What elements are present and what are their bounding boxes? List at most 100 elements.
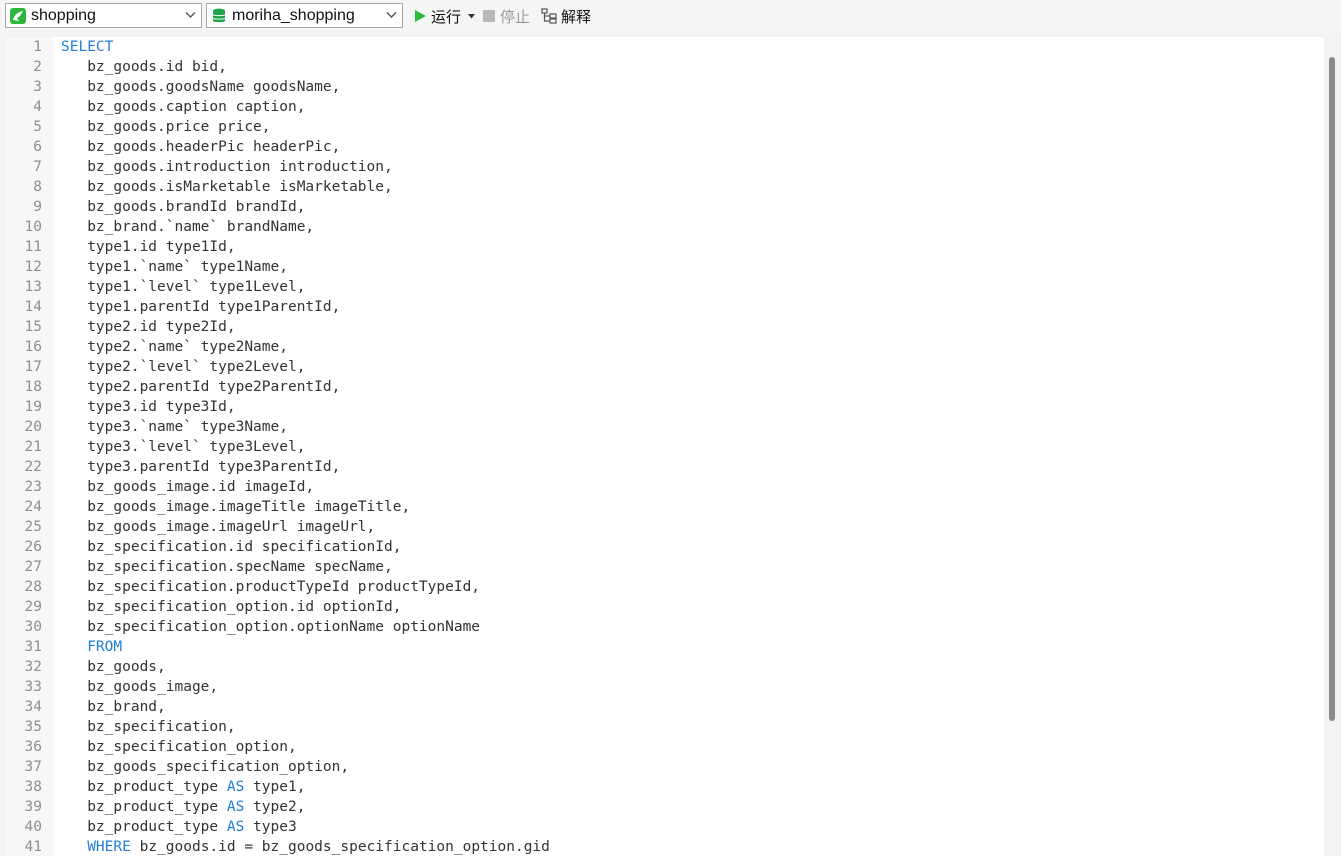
line-number: 41	[24, 839, 42, 855]
code-line[interactable]: type3.`level` type3Level,	[61, 437, 550, 457]
code-line[interactable]: bz_goods.id bid,	[61, 57, 550, 77]
code-line[interactable]: WHERE bz_goods.id = bz_goods_specificati…	[61, 837, 550, 856]
code-line[interactable]: bz_goods.headerPic headerPic,	[61, 137, 550, 157]
code-line[interactable]: FROM	[61, 637, 550, 657]
code-text: type2.parentId type2ParentId,	[61, 379, 341, 395]
code-line[interactable]: type2.id type2Id,	[61, 317, 550, 337]
database-select[interactable]: moriha_shopping	[206, 3, 403, 28]
code-text: bz_product_type	[61, 819, 227, 835]
line-number: 32	[24, 659, 42, 675]
code-text: bz_goods_specification_option,	[61, 759, 350, 775]
sql-keyword: AS	[226, 799, 245, 815]
code-line[interactable]: type2.`name` type2Name,	[61, 337, 550, 357]
line-number: 17	[24, 359, 42, 375]
line-number: 35	[24, 719, 42, 735]
code-line[interactable]: bz_product_type AS type3	[61, 817, 550, 837]
code-line[interactable]: type2.parentId type2ParentId,	[61, 377, 550, 397]
play-icon	[415, 10, 426, 22]
line-number: 25	[24, 519, 42, 535]
stop-button[interactable]: 停止	[483, 6, 530, 26]
line-number: 8	[33, 179, 42, 195]
line-number: 23	[24, 479, 42, 495]
explain-button-label: 解释	[561, 8, 592, 26]
code-line[interactable]: bz_specification.specName specName,	[61, 557, 550, 577]
code-text: bz_product_type	[61, 779, 227, 795]
line-number: 5	[33, 119, 42, 135]
code-line[interactable]: bz_specification_option,	[61, 737, 550, 757]
code-line[interactable]: bz_goods.goodsName goodsName,	[61, 77, 550, 97]
code-line[interactable]: bz_goods_image.id imageId,	[61, 477, 550, 497]
code-line[interactable]: bz_specification.productTypeId productTy…	[61, 577, 550, 597]
scrollbar-thumb[interactable]	[1329, 57, 1335, 721]
line-number: 15	[24, 319, 42, 335]
code-line[interactable]: bz_brand,	[61, 697, 550, 717]
code-line[interactable]: bz_goods,	[61, 657, 550, 677]
code-line[interactable]: bz_product_type AS type1,	[61, 777, 550, 797]
code-line[interactable]: type1.parentId type1ParentId,	[61, 297, 550, 317]
code-line[interactable]: type3.id type3Id,	[61, 397, 550, 417]
run-button[interactable]: 运行	[413, 6, 476, 26]
code-text: bz_goods.goodsName goodsName,	[61, 79, 341, 95]
code-line[interactable]: bz_goods.introduction introduction,	[61, 157, 550, 177]
code-line[interactable]: type3.parentId type3ParentId,	[61, 457, 550, 477]
code-line[interactable]: type2.`level` type2Level,	[61, 357, 550, 377]
line-number: 6	[33, 139, 42, 155]
code-line[interactable]: type3.`name` type3Name,	[61, 417, 550, 437]
line-number: 9	[33, 199, 42, 215]
chevron-down-icon	[185, 12, 196, 18]
stop-icon	[483, 10, 495, 22]
code-line[interactable]: bz_brand.`name` brandName,	[61, 217, 550, 237]
line-number: 37	[24, 759, 42, 775]
code-line[interactable]: bz_specification,	[61, 717, 550, 737]
line-number: 34	[24, 699, 42, 715]
sql-keyword: FROM	[87, 639, 123, 655]
line-number: 29	[24, 599, 42, 615]
sql-keyword: AS	[226, 779, 245, 795]
code-line[interactable]: bz_specification.id specificationId,	[61, 537, 550, 557]
explain-button[interactable]: 解释	[541, 6, 591, 26]
line-number: 11	[24, 239, 42, 255]
database-select-value: moriha_shopping	[232, 6, 355, 24]
code-text: bz_goods,	[61, 659, 166, 675]
code-line[interactable]: bz_goods.isMarketable isMarketable,	[61, 177, 550, 197]
line-number: 30	[24, 619, 42, 635]
line-number: 33	[24, 679, 42, 695]
caret-down-icon[interactable]	[468, 13, 476, 19]
code-line[interactable]: bz_goods.brandId brandId,	[61, 197, 550, 217]
connection-select[interactable]: shopping	[5, 3, 202, 28]
code-line[interactable]: type1.`level` type1Level,	[61, 277, 550, 297]
code-line[interactable]: bz_specification_option.optionName optio…	[61, 617, 550, 637]
stop-button-label: 停止	[500, 8, 531, 26]
code-line[interactable]: type1.`name` type1Name,	[61, 257, 550, 277]
sql-editor[interactable]: 1 2 3 4 5 6 7 8 9 10 11 12 13 14 15 16 17 18 19 20 21 22 23 24 2…	[5, 37, 1324, 856]
line-number: 26	[24, 539, 42, 555]
line-number: 16	[24, 339, 42, 355]
code-text: bz_goods_image,	[61, 679, 219, 695]
code-text: bz_goods.id = bz_goods_specification_opt…	[130, 839, 550, 855]
line-number: 13	[24, 279, 42, 295]
code-line[interactable]: bz_goods_image,	[61, 677, 550, 697]
run-button-label: 运行	[431, 8, 462, 26]
explain-icon	[541, 8, 557, 24]
code-text: bz_specification_option.id optionId,	[61, 599, 402, 615]
code-text: type3.id type3Id,	[61, 399, 236, 415]
line-numbers: 1 2 3 4 5 6 7 8 9 10 11 12 13 14 15 16 17 18 19 20 21 22 23 24 2…	[5, 37, 42, 856]
code-line[interactable]: type1.id type1Id,	[61, 237, 550, 257]
line-number: 21	[24, 439, 42, 455]
code-line[interactable]: bz_goods.price price,	[61, 117, 550, 137]
code-text: bz_goods.headerPic headerPic,	[61, 139, 341, 155]
code-area[interactable]: SELECT bz_goods.id bid, bz_goods.goodsNa…	[61, 37, 550, 856]
database-icon	[212, 8, 226, 22]
code-line[interactable]: bz_specification_option.id optionId,	[61, 597, 550, 617]
code-line[interactable]: bz_goods_image.imageUrl imageUrl,	[61, 517, 550, 537]
chevron-down-icon	[386, 12, 397, 18]
code-line[interactable]: SELECT	[61, 37, 550, 57]
code-line[interactable]: bz_product_type AS type2,	[61, 797, 550, 817]
code-line[interactable]: bz_goods_specification_option,	[61, 757, 550, 777]
code-line[interactable]: bz_goods.caption caption,	[61, 97, 550, 117]
line-number: 10	[24, 219, 42, 235]
sql-keyword: SELECT	[61, 39, 114, 55]
code-line[interactable]: bz_goods_image.imageTitle imageTitle,	[61, 497, 550, 517]
code-text: bz_specification.productTypeId productTy…	[61, 579, 481, 595]
